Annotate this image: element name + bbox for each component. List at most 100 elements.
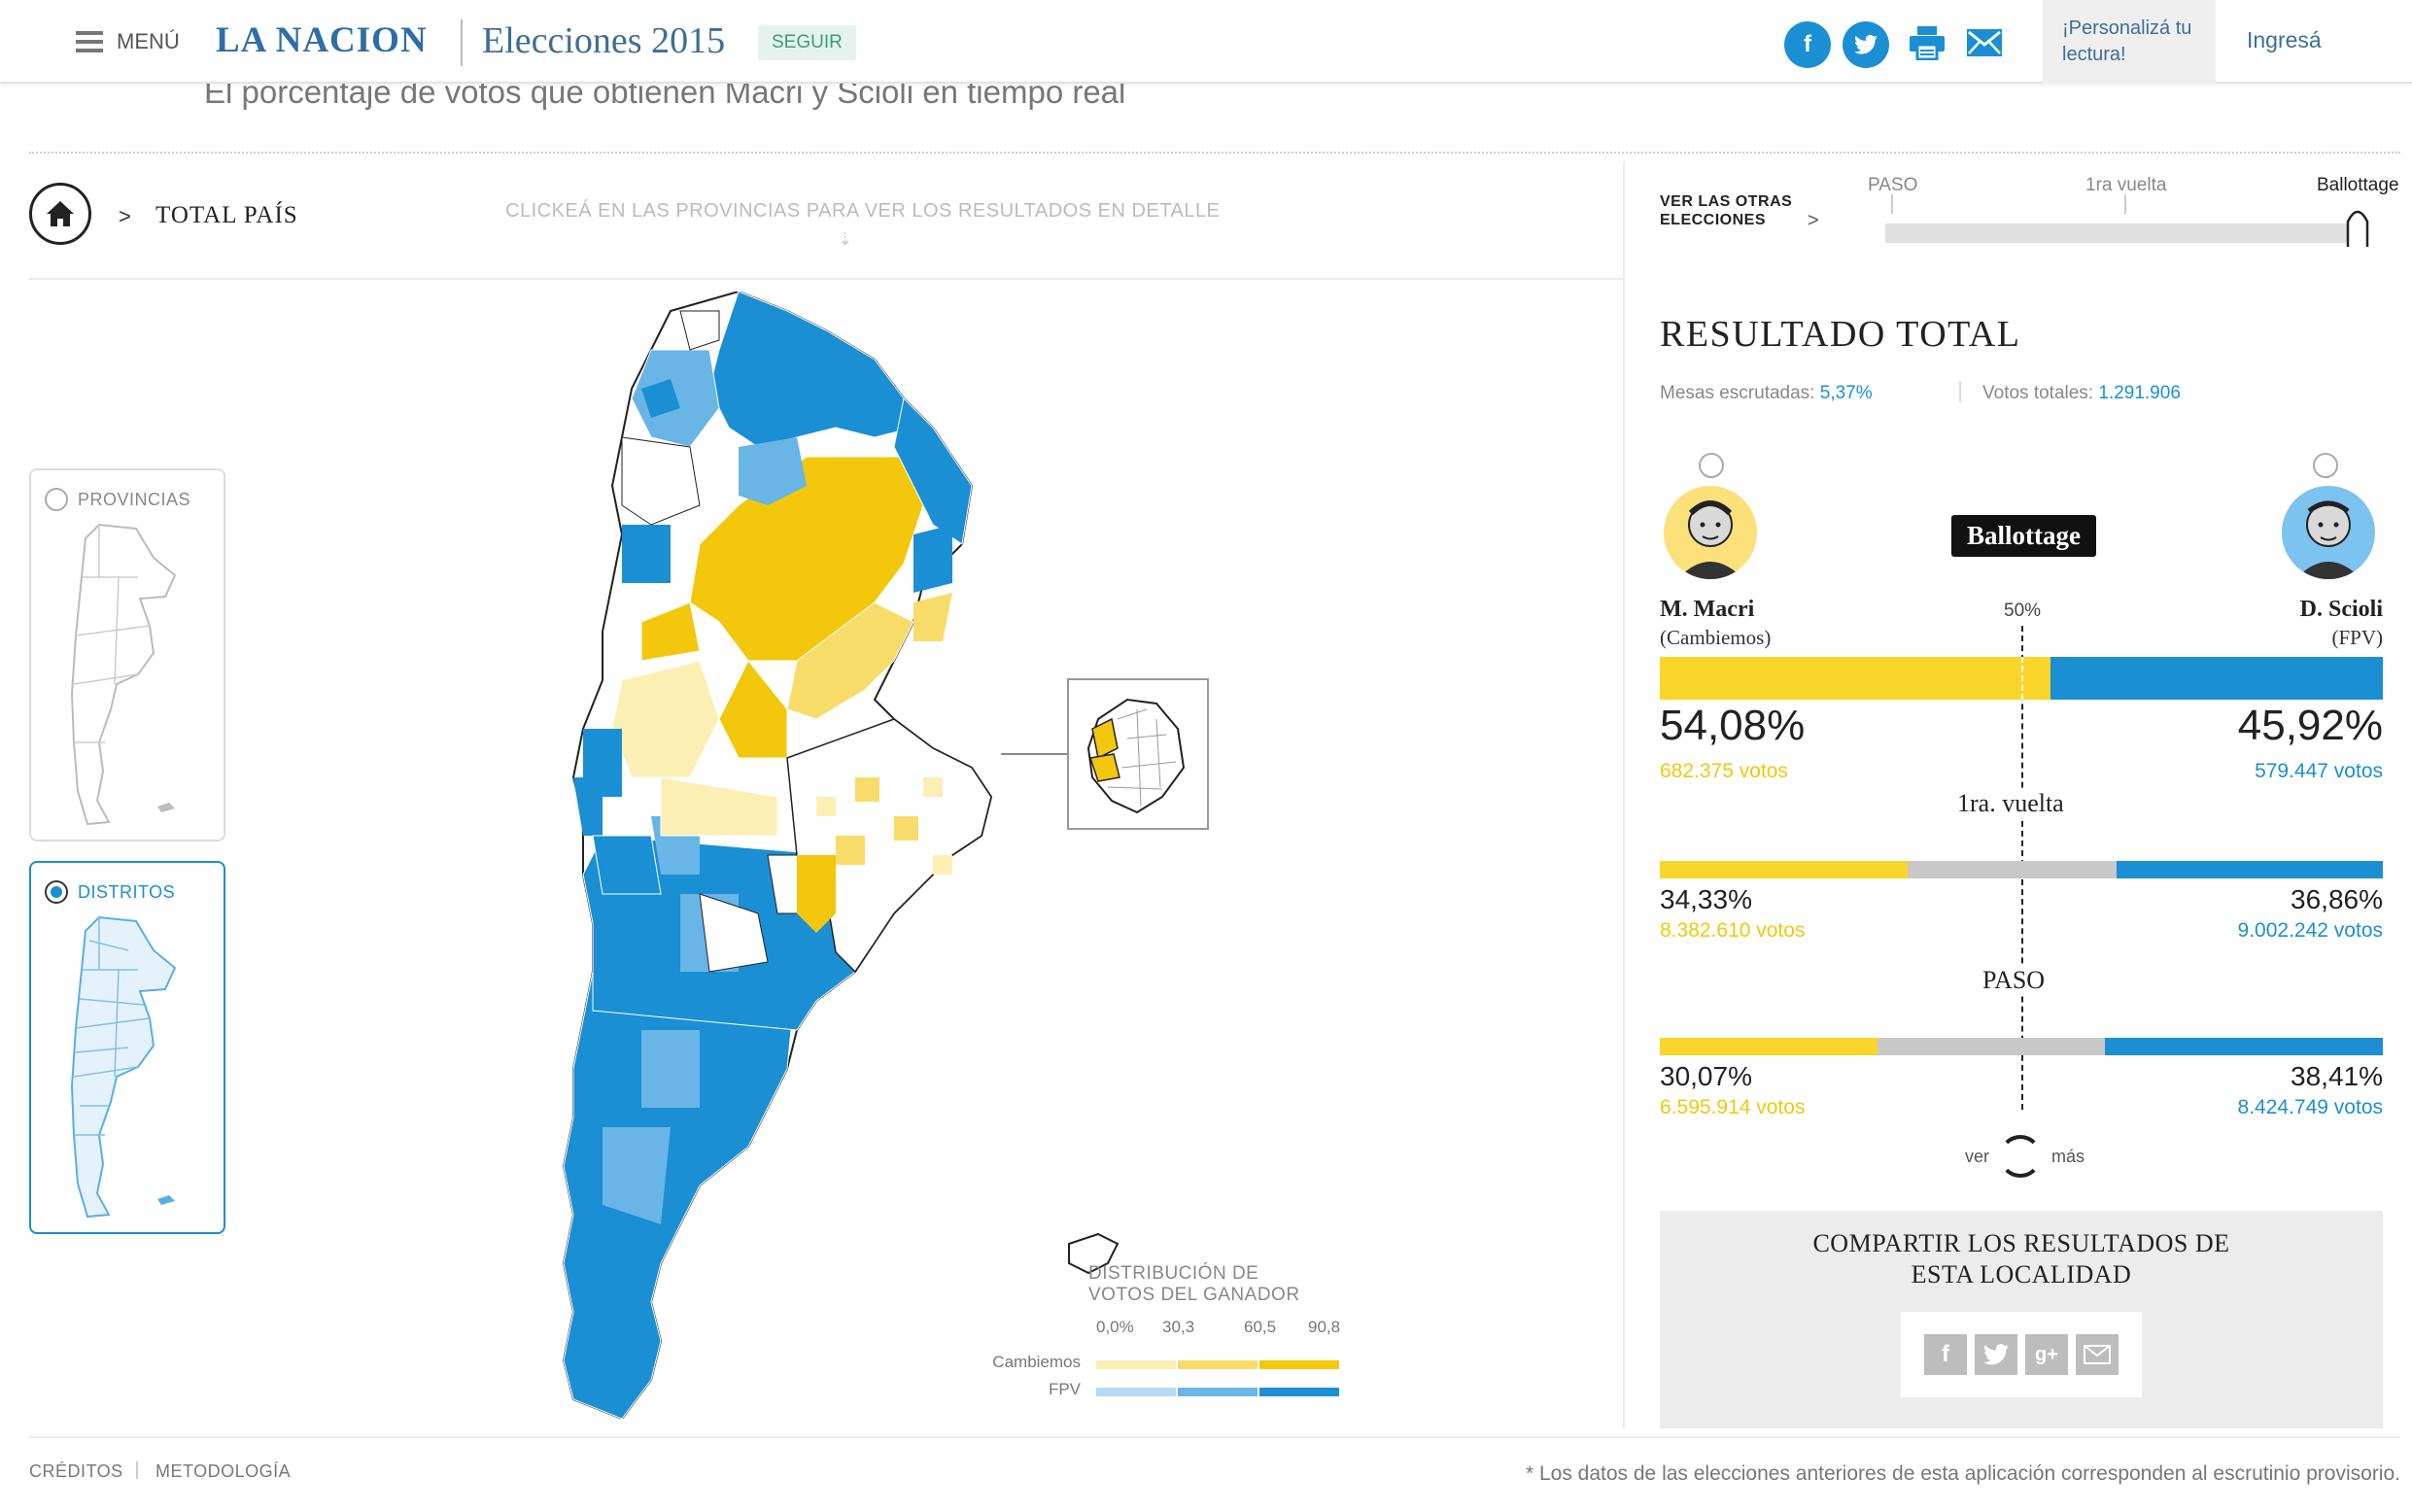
timeline-tick: [1891, 194, 1893, 214]
arrow-down-icon: ⇣: [838, 229, 853, 249]
mas-label: más: [2051, 1146, 2085, 1166]
methodology-link[interactable]: METODOLOGÍA: [155, 1461, 291, 1482]
credits-link[interactable]: CRÉDITOS: [29, 1461, 123, 1482]
timeline-paso[interactable]: PASO: [1868, 175, 1917, 196]
macri-votes-paso: 6.595.914 votos: [1660, 1096, 1806, 1118]
print-icon[interactable]: [1909, 25, 1946, 60]
menu-label: MENÚ: [117, 29, 180, 53]
round-label-primera-vuelta: 1ra. vuelta: [1949, 789, 2072, 818]
timeline-handle[interactable]: [2344, 208, 2371, 247]
districts-thumbnail: [70, 915, 177, 1219]
legend-tick: 90,8: [1308, 1318, 1341, 1336]
district-region: [894, 816, 918, 841]
share-box: COMPARTIR LOS RESULTADOS DE ESTA LOCALID…: [1660, 1211, 2383, 1428]
district-region: [592, 835, 662, 895]
legend-swatch: [1259, 1360, 1339, 1369]
macri-votes-primera: 8.382.610 votos: [1660, 919, 1806, 942]
email-icon[interactable]: [2076, 1334, 2119, 1375]
home-button[interactable]: [29, 183, 91, 245]
twitter-icon[interactable]: [1975, 1334, 2017, 1375]
section-title[interactable]: Elecciones 2015: [482, 19, 725, 62]
legend-swatch: [1178, 1360, 1258, 1369]
facebook-share-button[interactable]: f: [1784, 21, 1831, 68]
follow-button[interactable]: SEGUIR: [758, 25, 856, 60]
chevron-right-icon: >: [1808, 210, 1819, 231]
twitter-share-button[interactable]: [1843, 21, 1889, 68]
ver-mas-button[interactable]: ver más: [1965, 1135, 2085, 1178]
caba-inset[interactable]: [1067, 678, 1209, 830]
macri-percentage-paso: 30,07%: [1660, 1061, 1752, 1091]
meta-divider: [1959, 381, 1961, 402]
paso-bar: [1660, 1038, 2383, 1055]
logo-divider: [461, 19, 463, 66]
facebook-icon: f: [1804, 31, 1811, 57]
radio-provinces[interactable]: [45, 488, 68, 511]
candidate-right-party: (FPV): [2331, 626, 2383, 649]
legend-tick: 0,0%: [1096, 1318, 1134, 1336]
bar-segment-macri: [1660, 657, 2051, 700]
bar-segment-macri: [1660, 1038, 1878, 1055]
scioli-percentage-primera: 36,86%: [2291, 884, 2383, 914]
caba-inset-map[interactable]: [1069, 680, 1207, 828]
legend-swatch: [1178, 1388, 1258, 1396]
avatar-scioli: [2282, 486, 2375, 579]
district-region: [913, 525, 952, 593]
ver-label: ver: [1965, 1146, 1990, 1166]
timeline-tick: [2124, 194, 2126, 214]
district-region: [622, 525, 671, 583]
other-elections-label[interactable]: VER LAS OTRAS ELECCIONES: [1660, 192, 1806, 229]
provinces-view-toggle[interactable]: PROVINCIAS: [29, 468, 225, 842]
legend-swatch: [1259, 1388, 1339, 1396]
results-title: RESULTADO TOTAL: [1660, 314, 2021, 355]
district-region: [641, 1030, 700, 1108]
legend-label-cambiemos: Cambiemos: [992, 1353, 1081, 1371]
candidate-right-name: D. Scioli: [2299, 597, 2383, 622]
district-region: [933, 855, 952, 875]
midpoint-label: 50%: [2004, 601, 2042, 621]
district-region: [836, 836, 865, 865]
personalize-link[interactable]: ¡Personalizá tu lectura!: [2043, 0, 2216, 84]
avatar-macri: [1664, 486, 1757, 579]
scioli-percentage: 45,92%: [2237, 702, 2383, 749]
argentina-map[interactable]: [544, 292, 1224, 1419]
breadcrumb-separator: >: [119, 204, 131, 228]
bar-segment-others: [1877, 1038, 2106, 1055]
footer-separator: [136, 1461, 138, 1479]
refresh-icon: [1999, 1135, 2043, 1178]
home-icon: [47, 201, 74, 226]
districts-view-toggle[interactable]: DISTRITOS: [29, 861, 225, 1234]
bar-segment-scioli: [2050, 657, 2383, 700]
radio-districts[interactable]: [45, 880, 68, 904]
radio-scioli[interactable]: [2313, 453, 2338, 478]
twitter-icon: [1854, 35, 1878, 54]
top-bar: MENÚ LA NACION Elecciones 2015 SEGUIR f …: [0, 0, 2412, 84]
share-title: COMPARTIR LOS RESULTADOS DE ESTA LOCALID…: [1812, 1229, 2230, 1289]
scioli-votes-paso: 8.424.749 votos: [2237, 1096, 2383, 1118]
footer-divider: [29, 1436, 2400, 1438]
ballottage-badge: Ballottage: [1951, 515, 2096, 557]
macri-percentage-primera: 34,33%: [1660, 884, 1752, 914]
scioli-votes: 579.447 votos: [2255, 760, 2383, 782]
macri-percentage: 54,08%: [1660, 702, 1806, 749]
timeline-track[interactable]: [1885, 223, 2352, 243]
legend-tick: 60,5: [1244, 1318, 1277, 1336]
legend-swatch: [1096, 1388, 1176, 1396]
dotted-divider: [29, 152, 2400, 154]
header-divider: [29, 278, 1623, 280]
timeline-ballottage[interactable]: Ballottage: [2317, 175, 2399, 196]
districts-label: DISTRITOS: [78, 881, 176, 902]
scioli-percentage-paso: 38,41%: [2291, 1061, 2383, 1091]
mail-icon[interactable]: [1967, 29, 2002, 56]
legend-tick: 30,3: [1162, 1318, 1195, 1336]
radio-macri[interactable]: [1699, 453, 1724, 478]
bar-segment-scioli: [2116, 861, 2383, 878]
site-logo[interactable]: LA NACION: [216, 19, 428, 61]
hamburger-icon: [76, 31, 103, 52]
menu-button[interactable]: MENÚ: [76, 29, 180, 54]
round-label-paso: PASO: [1975, 966, 2053, 995]
share-buttons: f g+: [1901, 1312, 2142, 1397]
googleplus-icon[interactable]: g+: [2025, 1334, 2068, 1375]
login-link[interactable]: Ingresá: [2247, 27, 2322, 53]
facebook-icon[interactable]: f: [1924, 1334, 1967, 1375]
timeline-primera-vuelta[interactable]: 1ra vuelta: [2085, 175, 2166, 196]
